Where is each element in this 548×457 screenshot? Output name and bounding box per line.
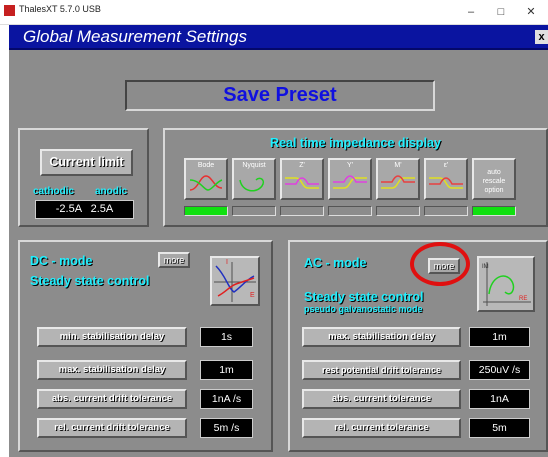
dc-more-button[interactable]: more bbox=[158, 252, 190, 268]
dc-row-value[interactable]: 1s bbox=[200, 327, 253, 347]
dc-row-value[interactable]: 5m /s bbox=[200, 418, 253, 438]
window-titlebar: ThalesXT 5.7.0 USB – □ ✕ bbox=[0, 0, 548, 25]
ac-row-button[interactable]: rel. current tolerance bbox=[302, 418, 461, 438]
ac-mode-title: AC - mode bbox=[304, 256, 367, 270]
current-limit-values[interactable]: -2.5A 2.5A bbox=[35, 200, 134, 219]
nyquist-icon bbox=[239, 177, 265, 192]
dc-graph-e-label: E bbox=[250, 292, 255, 299]
z-prime-indicator bbox=[280, 206, 324, 216]
current-limit-panel: Current limit cathodic anodic -2.5A 2.5A bbox=[18, 128, 149, 227]
ac-row-button[interactable]: abs. current tolerance bbox=[302, 389, 461, 409]
epsilon-prime-indicator bbox=[424, 206, 468, 216]
nyquist-button[interactable]: Nyquist bbox=[232, 158, 276, 200]
ac-graph-im-label: IM bbox=[482, 264, 489, 270]
y-prime-icon bbox=[333, 175, 367, 189]
z-prime-icon bbox=[285, 177, 319, 189]
dc-row-button[interactable]: rel. current drift tolerance bbox=[37, 418, 187, 438]
dialog-close-button[interactable]: x bbox=[535, 30, 548, 44]
minimize-button[interactable]: – bbox=[456, 1, 486, 23]
dc-row-value[interactable]: 1nA /s bbox=[200, 389, 253, 409]
auto-rescale-label: auto rescale option bbox=[482, 169, 506, 194]
nyquist-indicator bbox=[232, 206, 276, 216]
settings-panel: Save Preset Current limit cathodic anodi… bbox=[9, 50, 548, 457]
y-prime-indicator bbox=[328, 206, 372, 216]
ac-row-value[interactable]: 1nA bbox=[469, 389, 530, 409]
dc-row-value[interactable]: 1m bbox=[200, 360, 253, 380]
ac-row-value[interactable]: 5m bbox=[469, 418, 530, 438]
impedance-title: Real time impedance display bbox=[270, 136, 441, 150]
auto-rescale-indicator bbox=[472, 206, 516, 216]
ac-row-button[interactable]: max. stabilisation delay bbox=[302, 327, 461, 347]
ac-mode-subtitle2: pseudo galvanostatic mode bbox=[304, 304, 423, 314]
window-close-button[interactable]: ✕ bbox=[516, 1, 546, 23]
m-prime-icon bbox=[381, 175, 415, 189]
bode-button[interactable]: Bode bbox=[184, 158, 228, 200]
dialog-header: Global Measurement Settings x bbox=[9, 25, 548, 50]
dc-graph-i-label: I bbox=[226, 259, 228, 266]
ac-row-value[interactable]: 250uV /s bbox=[469, 360, 530, 380]
current-limit-button[interactable]: Current limit bbox=[40, 149, 133, 176]
dc-mode-subtitle: Steady state control bbox=[30, 274, 150, 288]
y-prime-button[interactable]: Y' bbox=[328, 158, 372, 200]
bode-icon bbox=[189, 175, 223, 191]
maximize-button[interactable]: □ bbox=[486, 1, 516, 23]
dc-row-button[interactable]: min. stabilisation delay bbox=[37, 327, 187, 347]
highlight-circle bbox=[410, 242, 470, 286]
dc-row-button[interactable]: abs. current drift tolerance bbox=[37, 389, 187, 409]
epsilon-prime-icon bbox=[429, 177, 463, 189]
auto-rescale-button[interactable]: auto rescale option bbox=[472, 158, 516, 200]
ac-graph-icon: IM RE bbox=[477, 256, 535, 312]
ac-mode-subtitle: Steady state control bbox=[304, 290, 424, 304]
dc-row-button[interactable]: max. stabilisation delay bbox=[37, 360, 187, 380]
z-prime-button[interactable]: Z' bbox=[280, 158, 324, 200]
m-prime-indicator bbox=[376, 206, 420, 216]
ac-row-value[interactable]: 1m bbox=[469, 327, 530, 347]
anodic-label: anodic bbox=[95, 186, 128, 197]
dialog-title: Global Measurement Settings bbox=[23, 27, 247, 46]
ac-row-button[interactable]: rest potential drift tolerance bbox=[302, 360, 461, 380]
cathodic-label: cathodic bbox=[33, 186, 75, 197]
dc-graph-icon: I E bbox=[210, 256, 260, 306]
dc-mode-title: DC - mode bbox=[30, 254, 93, 268]
m-prime-button[interactable]: M' bbox=[376, 158, 420, 200]
ac-graph-re-label: RE bbox=[519, 296, 528, 302]
app-icon bbox=[4, 5, 15, 16]
bode-indicator bbox=[184, 206, 228, 216]
epsilon-prime-button[interactable]: ε' bbox=[424, 158, 468, 200]
window-title: ThalesXT 5.7.0 USB bbox=[19, 4, 101, 14]
save-preset-button[interactable]: Save Preset bbox=[125, 80, 435, 111]
